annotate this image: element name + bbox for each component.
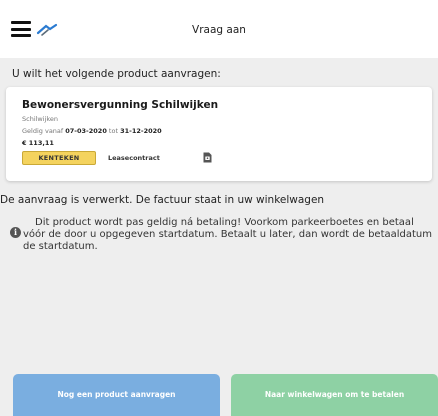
page-title: Vraag aan — [192, 24, 246, 36]
valid-from-date: 07-03-2020 — [65, 127, 107, 135]
product-card: Bewonersvergunning Schilwijken Schilwijk… — [6, 87, 432, 181]
info-message: Dit product wordt pas geldig ná betaling… — [23, 217, 433, 252]
product-validity: Geldig vanaf 07-03-2020 tot 31-12-2020 — [22, 127, 162, 135]
valid-from-label: Geldig vanaf — [22, 127, 64, 135]
valid-to-date: 31-12-2020 — [120, 127, 162, 135]
license-plate-badge: KENTEKEN — [22, 151, 96, 165]
product-subtitle: Schilwijken — [22, 115, 59, 123]
product-price: € 113,11 — [22, 139, 54, 147]
request-another-button[interactable]: Nog een product aanvragen — [13, 374, 220, 416]
valid-to-label: tot — [108, 127, 118, 135]
product-title: Bewonersvergunning Schilwijken — [22, 99, 219, 111]
top-bar: Vraag aan — [0, 0, 438, 58]
info-icon: i — [10, 227, 21, 238]
status-message: De aanvraag is verwerkt. De factuur staa… — [0, 194, 325, 206]
document-icon[interactable] — [203, 152, 212, 163]
intro-text: U wilt het volgende product aanvragen: — [12, 68, 221, 80]
go-to-cart-button[interactable]: Naar winkelwagen om te betalen — [231, 374, 438, 416]
lease-contract-label: Leasecontract — [108, 154, 160, 162]
